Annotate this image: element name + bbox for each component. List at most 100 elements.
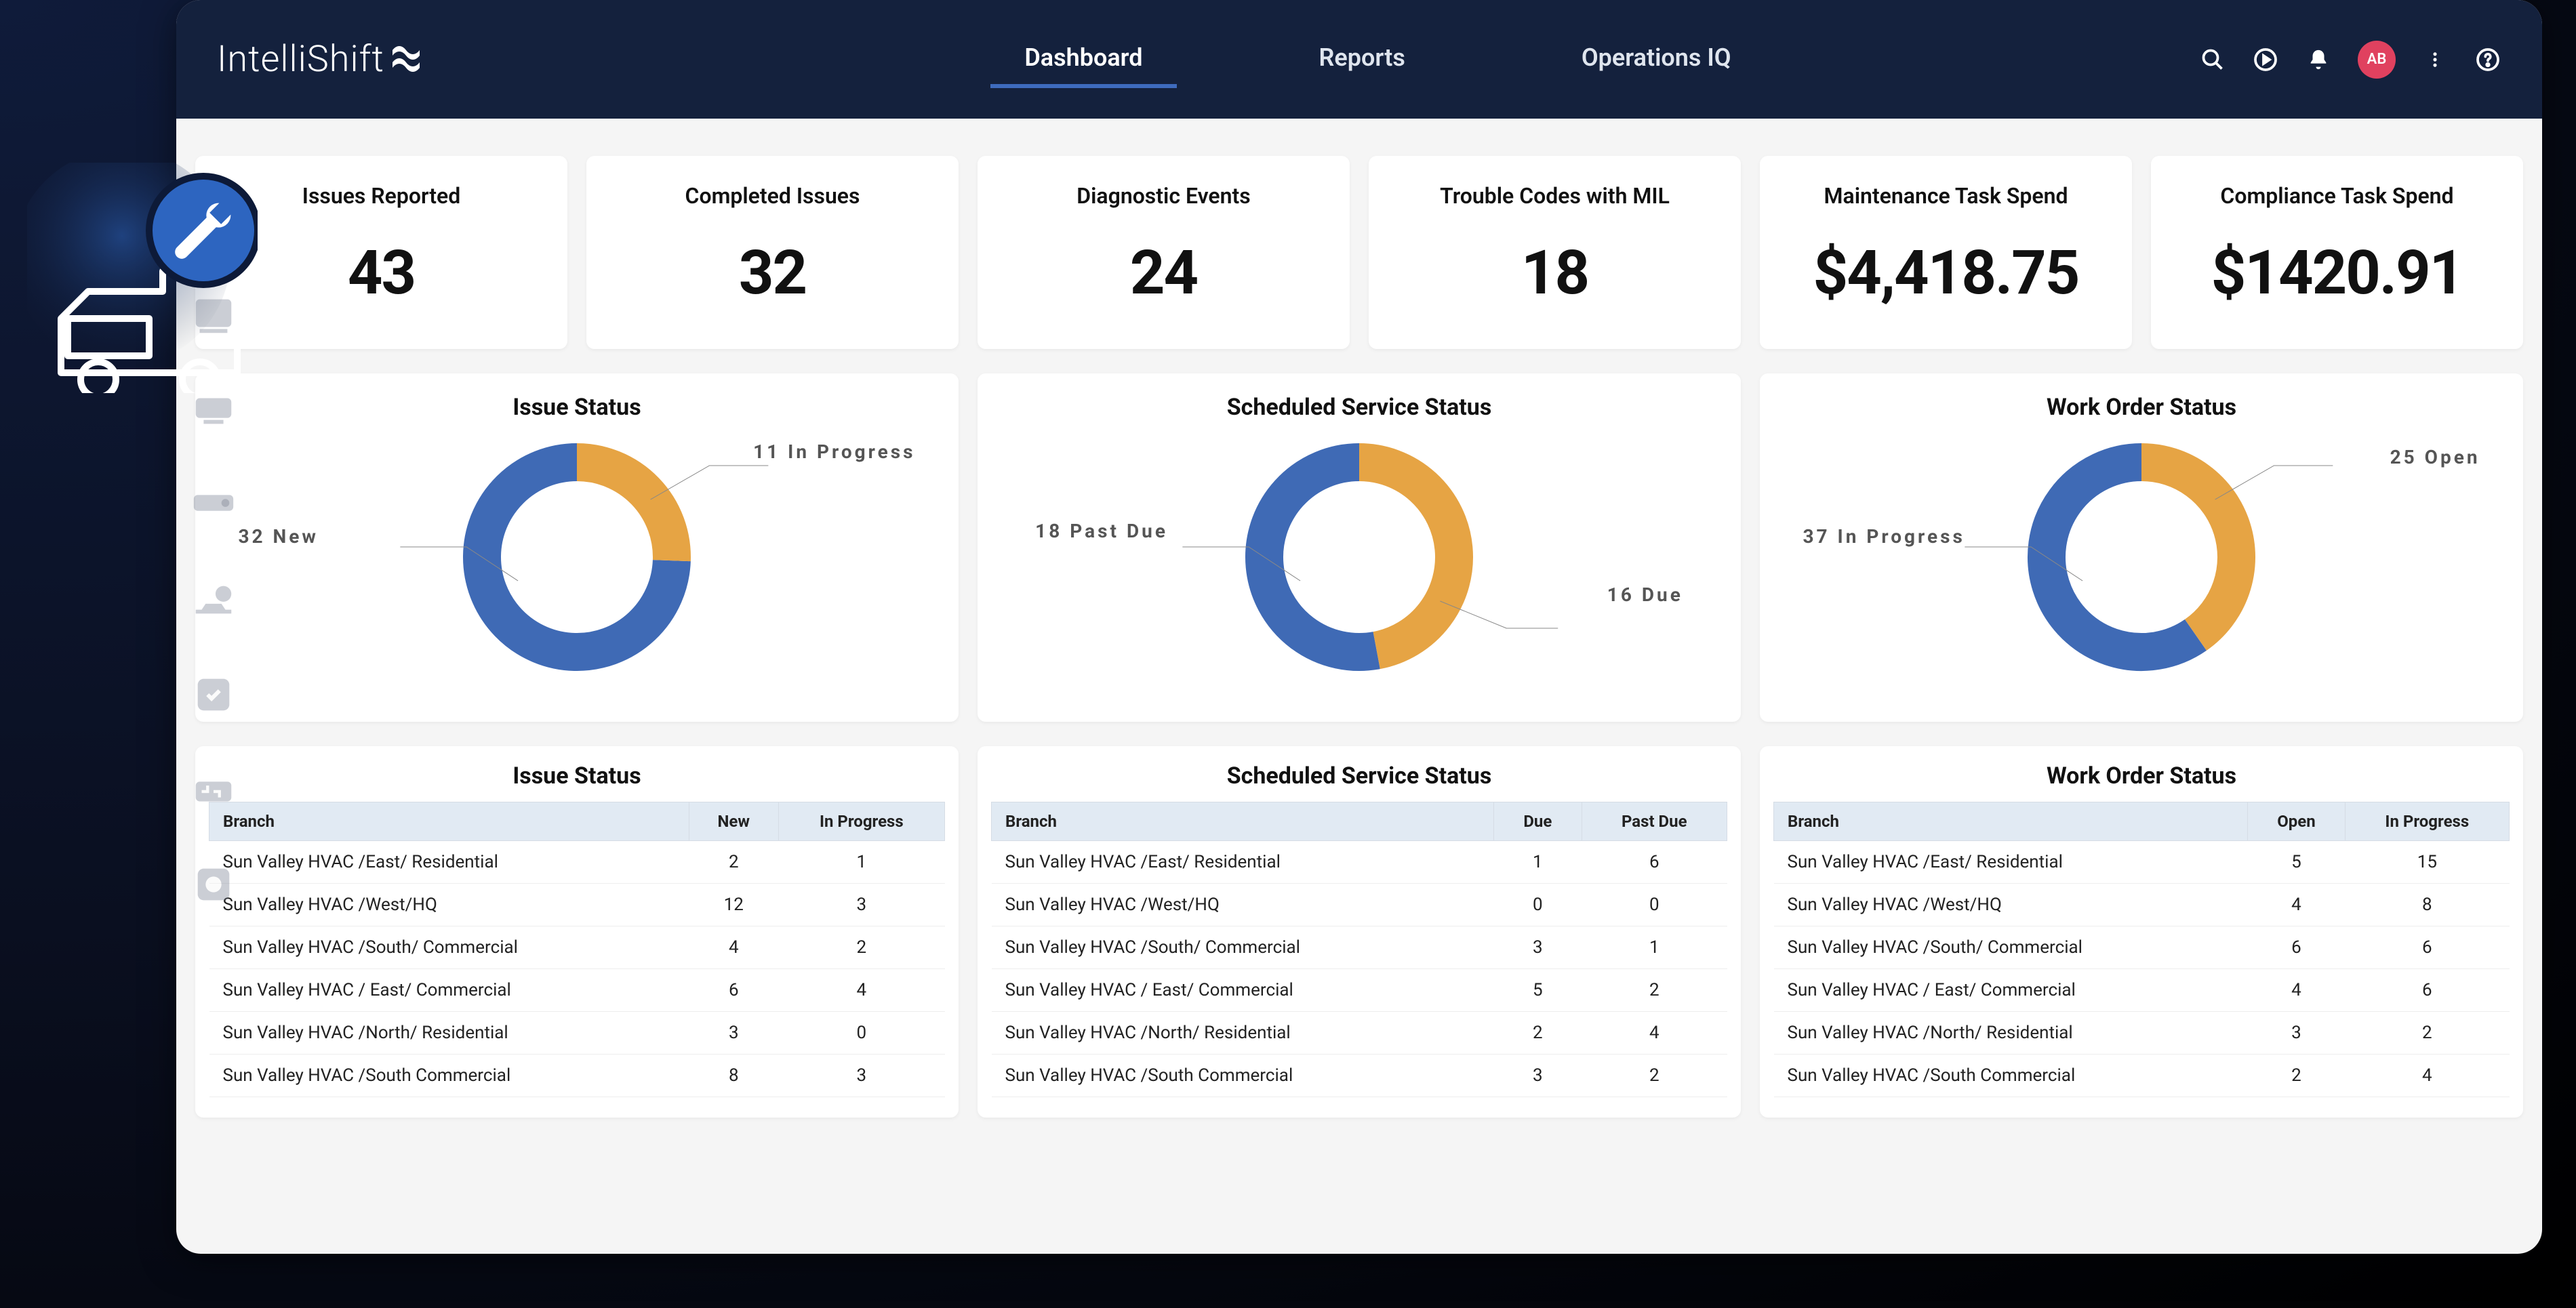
table-row[interactable]: Sun Valley HVAC /South/ Commercial42 (209, 926, 945, 969)
kpi-card[interactable]: Diagnostic Events 24 (978, 156, 1350, 349)
table-cell: 6 (2345, 969, 2509, 1012)
table-cell: Sun Valley HVAC / East/ Commercial (992, 969, 1494, 1012)
table-row[interactable]: Sun Valley HVAC /South/ Commercial31 (992, 926, 1727, 969)
table-header: Branch (209, 802, 689, 841)
table-cell: 5 (2248, 841, 2345, 884)
nav-tab-dashboard[interactable]: Dashboard (990, 31, 1176, 88)
table-cell: 0 (1582, 884, 1727, 926)
table-row[interactable]: Sun Valley HVAC /South Commercial32 (992, 1055, 1727, 1097)
table-header: Past Due (1582, 802, 1727, 841)
donut-chart-card: Scheduled Service Status 18 Past Due 16 … (978, 373, 1741, 722)
table-cell: 4 (2345, 1055, 2509, 1097)
help-icon[interactable] (2474, 46, 2501, 73)
table-cell: 2 (1582, 1055, 1727, 1097)
table-cell: Sun Valley HVAC /South/ Commercial (1774, 926, 2248, 969)
kpi-value: 43 (209, 237, 554, 308)
table-cell: 8 (2345, 884, 2509, 926)
table-cell: Sun Valley HVAC / East/ Commercial (209, 969, 689, 1012)
table-cell: 8 (689, 1055, 778, 1097)
play-icon[interactable] (2252, 46, 2279, 73)
table-cell: 3 (1494, 1055, 1582, 1097)
brand-logo[interactable]: IntelliShift (217, 38, 421, 81)
nav-tab-reports[interactable]: Reports (1285, 31, 1439, 88)
table-cell: 12 (689, 884, 778, 926)
table-cell: 6 (689, 969, 778, 1012)
topbar: IntelliShift Dashboard Reports Operations … (176, 0, 2542, 119)
table-row[interactable]: Sun Valley HVAC /North/ Residential24 (992, 1012, 1727, 1055)
kpi-card[interactable]: Trouble Codes with MIL 18 (1369, 156, 1741, 349)
table-cell: 4 (2248, 969, 2345, 1012)
nav-tab-operations-iq[interactable]: Operations IQ (1548, 31, 1765, 88)
donut-label-right: 16 Due (1607, 584, 1683, 606)
donut-label-left: 18 Past Due (1035, 520, 1168, 542)
table-row[interactable]: Sun Valley HVAC /East/ Residential21 (209, 841, 945, 884)
donut-chart: 18 Past Due 16 Due (991, 425, 1727, 689)
table-row[interactable]: Sun Valley HVAC /North/ Residential32 (1774, 1012, 2510, 1055)
table-row[interactable]: Sun Valley HVAC /South/ Commercial66 (1774, 926, 2510, 969)
table-row[interactable]: Sun Valley HVAC /East/ Residential515 (1774, 841, 2510, 884)
kpi-label: Maintenance Task Spend (1773, 183, 2118, 209)
chart-title: Issue Status (209, 394, 945, 421)
table-row[interactable]: Sun Valley HVAC /West/HQ00 (992, 884, 1727, 926)
kebab-menu-icon[interactable] (2421, 46, 2449, 73)
data-table-card: Work Order Status BranchOpenIn Progress … (1760, 746, 2523, 1118)
table-row[interactable]: Sun Valley HVAC / East/ Commercial52 (992, 969, 1727, 1012)
search-icon[interactable] (2199, 46, 2226, 73)
table-header: Due (1494, 802, 1582, 841)
table-cell: Sun Valley HVAC /South Commercial (209, 1055, 689, 1097)
table-cell: Sun Valley HVAC / East/ Commercial (1774, 969, 2248, 1012)
topbar-actions: AB (2199, 41, 2501, 79)
table-cell: Sun Valley HVAC /West/HQ (1774, 884, 2248, 926)
table-cell: 1 (1494, 841, 1582, 884)
table-title: Issue Status (209, 762, 945, 790)
module-icon-6[interactable] (190, 766, 237, 813)
table-cell: Sun Valley HVAC /North/ Residential (1774, 1012, 2248, 1055)
kpi-label: Completed Issues (600, 183, 945, 209)
donut-chart: 32 New 11 In Progress (209, 425, 945, 689)
table-cell: Sun Valley HVAC /West/HQ (209, 884, 689, 926)
table-cell: 4 (2248, 884, 2345, 926)
table-cell: 3 (2248, 1012, 2345, 1055)
table-cell: 6 (1582, 841, 1727, 884)
table-cell: 6 (2248, 926, 2345, 969)
kpi-card[interactable]: Completed Issues 32 (586, 156, 959, 349)
module-icon-7[interactable] (190, 861, 237, 908)
kpi-value: 18 (1382, 237, 1727, 308)
table-row[interactable]: Sun Valley HVAC / East/ Commercial46 (1774, 969, 2510, 1012)
kpi-value: $1420.91 (2165, 237, 2510, 308)
kpi-card[interactable]: Maintenance Task Spend $4,418.75 (1760, 156, 2132, 349)
table-cell: 15 (2345, 841, 2509, 884)
table-row[interactable]: Sun Valley HVAC /West/HQ48 (1774, 884, 2510, 926)
donut-label-left: 32 New (238, 525, 319, 548)
table-row[interactable]: Sun Valley HVAC /West/HQ123 (209, 884, 945, 926)
kpi-value: 24 (991, 237, 1336, 308)
table-header: Branch (992, 802, 1494, 841)
bell-icon[interactable] (2305, 46, 2332, 73)
kpi-card[interactable]: Issues Reported 43 (195, 156, 567, 349)
table-header: In Progress (778, 802, 944, 841)
donut-label-right: 11 In Progress (753, 441, 916, 463)
donut-chart: 37 In Progress 25 Open (1773, 425, 2510, 689)
table-row[interactable]: Sun Valley HVAC /South Commercial24 (1774, 1055, 2510, 1097)
table-cell: 1 (778, 841, 944, 884)
brand-mark-icon (390, 45, 421, 75)
data-table: BranchOpenIn Progress Sun Valley HVAC /E… (1773, 802, 2510, 1097)
data-table-card: Scheduled Service Status BranchDuePast D… (978, 746, 1741, 1118)
brand-name: IntelliShift (217, 38, 384, 81)
table-cell: 1 (1582, 926, 1727, 969)
table-row[interactable]: Sun Valley HVAC /South Commercial83 (209, 1055, 945, 1097)
kpi-card[interactable]: Compliance Task Spend $1420.91 (2151, 156, 2523, 349)
table-cell: Sun Valley HVAC /East/ Residential (209, 841, 689, 884)
table-row[interactable]: Sun Valley HVAC / East/ Commercial64 (209, 969, 945, 1012)
kpi-label: Issues Reported (209, 183, 554, 209)
table-cell: Sun Valley HVAC /South Commercial (992, 1055, 1494, 1097)
module-icon-1[interactable] (190, 291, 237, 339)
data-table-card: Issue Status BranchNewIn Progress Sun Va… (195, 746, 959, 1118)
table-cell: 2 (1582, 969, 1727, 1012)
kpi-label: Diagnostic Events (991, 183, 1336, 209)
table-cell: Sun Valley HVAC /West/HQ (992, 884, 1494, 926)
table-header: New (689, 802, 778, 841)
table-row[interactable]: Sun Valley HVAC /North/ Residential30 (209, 1012, 945, 1055)
table-row[interactable]: Sun Valley HVAC /East/ Residential16 (992, 841, 1727, 884)
user-avatar[interactable]: AB (2358, 41, 2396, 79)
